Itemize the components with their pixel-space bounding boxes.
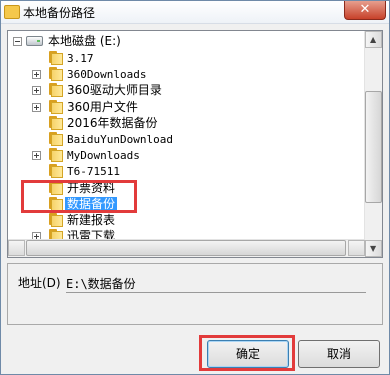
tree-item[interactable]: BaiduYunDownload — [8, 131, 348, 148]
folder-icon — [48, 83, 64, 97]
tree-item[interactable]: T6-71511 — [8, 163, 348, 180]
tree-item-label: MyDownloads — [67, 149, 140, 162]
collapse-icon[interactable] — [13, 37, 22, 46]
address-label: 地址(D) — [18, 276, 61, 290]
expand-icon[interactable] — [32, 103, 41, 112]
tree-item[interactable]: 360用户文件 — [8, 99, 348, 116]
folder-icon — [48, 116, 64, 130]
scroll-down-button[interactable]: ▼ — [365, 240, 382, 257]
tree-root-drive[interactable]: 本地磁盘 (E:) — [8, 33, 348, 50]
tree-item-label: 2016年数据备份 — [67, 116, 158, 130]
tree-item-label: 360用户文件 — [67, 100, 138, 114]
folder-highlight-box — [21, 180, 137, 213]
tree-item-label: 360驱动大师目录 — [67, 83, 162, 97]
folder-icon — [48, 164, 64, 178]
tree-item-label: BaiduYunDownload — [67, 133, 173, 146]
folder-icon — [48, 213, 64, 227]
address-underline — [66, 292, 366, 293]
drive-icon — [26, 36, 43, 46]
vertical-scrollbar[interactable]: ▲ ▼ — [364, 31, 382, 257]
title-bar[interactable]: 本地备份路径 ✕ — [1, 1, 389, 24]
ok-highlight-box — [199, 335, 295, 371]
folder-icon — [48, 67, 64, 81]
folder-icon — [48, 100, 64, 114]
cancel-button[interactable]: 取消 — [298, 340, 380, 368]
horizontal-scroll-thumb[interactable] — [26, 240, 346, 256]
tree-item-label: 3.17 — [67, 52, 94, 65]
tree-root-label: 本地磁盘 (E:) — [48, 34, 121, 48]
address-panel: 地址(D) E:\数据备份 — [7, 263, 383, 325]
tree-item[interactable]: 新建报表 — [8, 212, 348, 229]
tree-item[interactable]: 2016年数据备份 — [8, 115, 348, 132]
tree-item[interactable]: 360驱动大师目录 — [8, 82, 348, 99]
folder-icon — [48, 132, 64, 146]
close-button[interactable]: ✕ — [344, 1, 386, 20]
scroll-left-button[interactable] — [8, 240, 25, 256]
folder-tree[interactable]: 本地磁盘 (E:) 3.17 360Downloads 360驱动大师目录 360用户… — [7, 30, 383, 258]
app-icon — [4, 5, 20, 19]
tree-item-label: 新建报表 — [67, 213, 116, 227]
tree-item[interactable]: MyDownloads — [8, 147, 348, 164]
folder-icon — [48, 148, 64, 162]
scroll-right-button[interactable] — [348, 240, 365, 256]
folder-icon — [48, 51, 64, 65]
tree-item[interactable]: 360Downloads — [8, 66, 348, 83]
dialog-window: 本地备份路径 ✕ 本地磁盘 (E:) 3.17 360Downloads 360驱动… — [0, 0, 390, 375]
up-arrow-icon: ▲ — [370, 35, 377, 44]
scroll-up-button[interactable]: ▲ — [365, 31, 382, 48]
down-arrow-icon: ▼ — [370, 244, 377, 253]
tree-item-label: T6-71511 — [67, 165, 120, 178]
expand-icon[interactable] — [32, 70, 41, 79]
window-title: 本地备份路径 — [23, 6, 96, 20]
vertical-scroll-thumb[interactable] — [365, 91, 382, 203]
tree-item[interactable]: 3.17 — [8, 50, 348, 67]
tree-item-label: 360Downloads — [67, 68, 147, 81]
expand-icon[interactable] — [32, 151, 41, 160]
horizontal-scrollbar[interactable] — [8, 239, 365, 257]
expand-icon[interactable] — [32, 86, 41, 95]
address-field[interactable]: E:\数据备份 — [66, 275, 136, 292]
